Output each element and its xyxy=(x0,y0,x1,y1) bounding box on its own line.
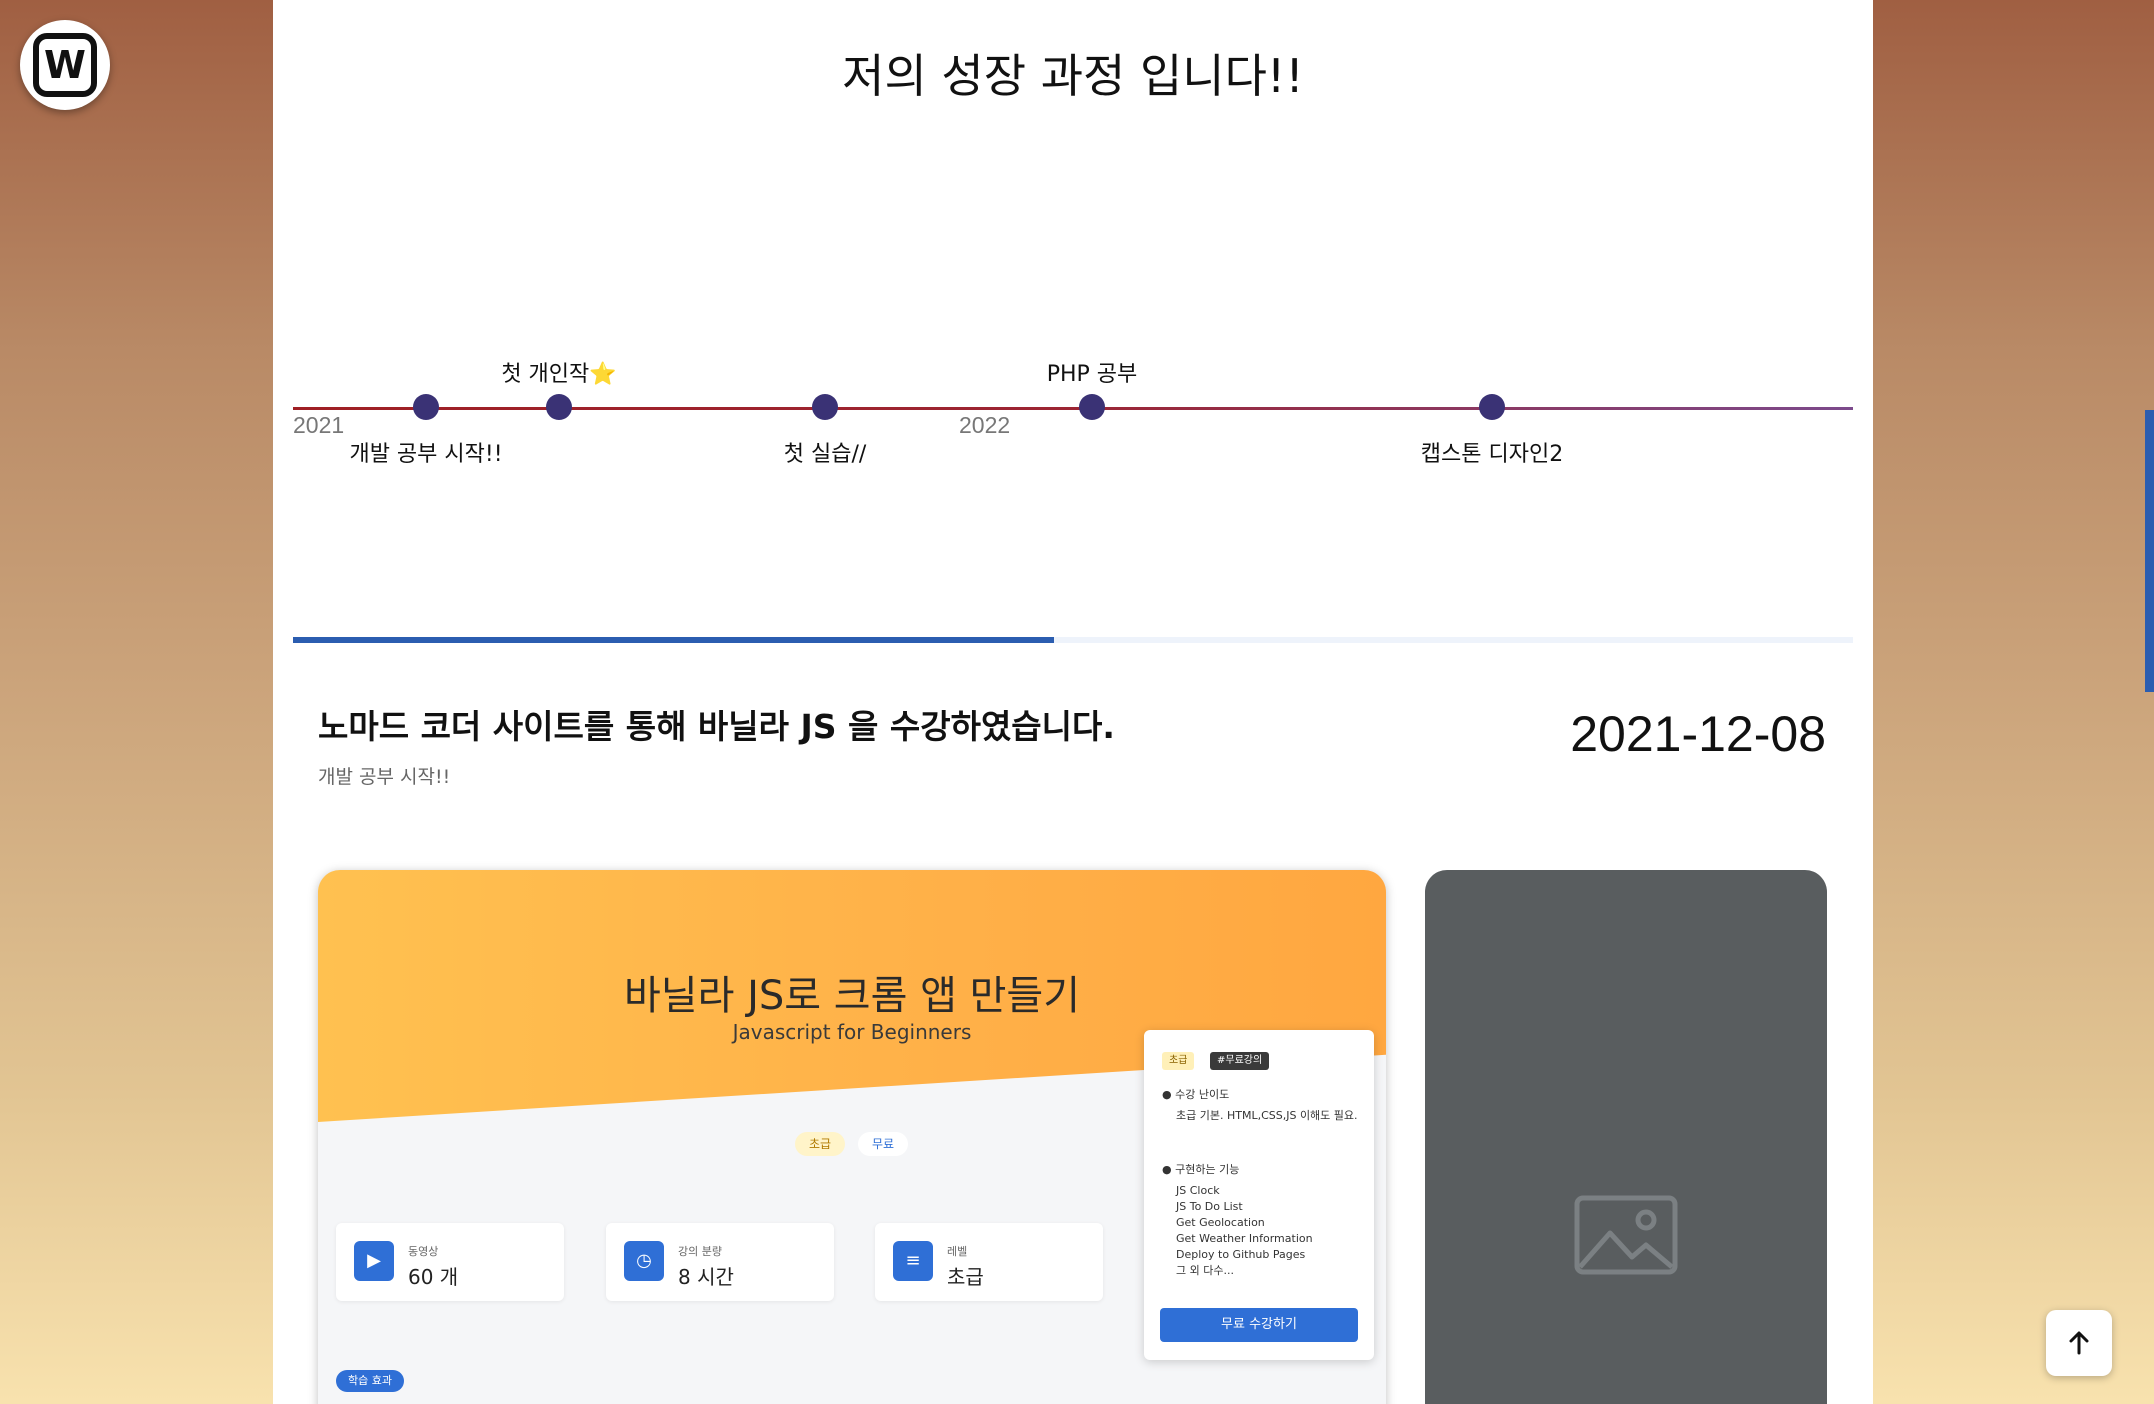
progress-fill xyxy=(293,637,1055,643)
features-heading: ● 구현하는 기능 xyxy=(1162,1161,1239,1177)
timeline-label[interactable]: PHP 공부 xyxy=(1047,356,1138,388)
list-item: JS Clock xyxy=(1176,1184,1220,1197)
difficulty-heading-text: 수강 난이도 xyxy=(1175,1088,1230,1101)
stat-label: 동영상 xyxy=(408,1245,439,1258)
scrollbar-thumb[interactable] xyxy=(2145,410,2154,692)
timeline-year: 2021 xyxy=(293,412,345,438)
logo-button[interactable]: W xyxy=(20,20,110,110)
scroll-top-button[interactable] xyxy=(2046,1310,2112,1376)
clock-icon: ◷ xyxy=(624,1241,664,1281)
list-item: Get Geolocation xyxy=(1176,1216,1265,1229)
stat-card: ≡ 레벨 초급 xyxy=(875,1223,1103,1301)
timeline-label[interactable]: 개발 공부 시작!! xyxy=(349,436,502,468)
stat-label: 강의 분량 xyxy=(678,1245,722,1258)
check-icon: ● xyxy=(1162,1088,1172,1101)
timeline-year: 2022 xyxy=(959,412,1011,438)
post-date: 2021-12-08 xyxy=(1570,706,1826,762)
sliders-icon: ≡ xyxy=(893,1241,933,1281)
level-pill: 초급 xyxy=(795,1132,846,1156)
image-placeholder-card[interactable] xyxy=(1425,870,1827,1404)
list-item: 그 외 다수... xyxy=(1176,1264,1234,1277)
learn-badge: 학습 효과 xyxy=(336,1370,404,1392)
features-heading-text: 구현하는 기능 xyxy=(1175,1163,1240,1176)
list-item: Get Weather Information xyxy=(1176,1232,1313,1245)
timeline-line xyxy=(293,407,1853,410)
stat-value: 초급 xyxy=(947,1265,984,1289)
timeline-dot[interactable] xyxy=(413,394,439,420)
list-item: Deploy to Github Pages xyxy=(1176,1248,1306,1261)
play-icon: ▶ xyxy=(354,1241,394,1281)
w-logo-icon: W xyxy=(33,33,97,97)
course-info-card: 초급 #무료강의 ● 수강 난이도 초급 기본. HTML,CSS,JS 이해도… xyxy=(1144,1030,1374,1360)
main-panel: 저의 성장 과정 입니다!! 2021 2022 첫 개인작⭐ PHP 공부 개… xyxy=(273,0,1873,1404)
post-subtitle: 개발 공부 시작!! xyxy=(318,766,451,788)
timeline-dot[interactable] xyxy=(546,394,572,420)
progress-bar xyxy=(293,637,1853,643)
course-title: 바닐라 JS로 크롬 앱 만들기 xyxy=(623,973,1081,1019)
stat-value: 8 시간 xyxy=(678,1265,734,1289)
stat-value: 60 개 xyxy=(408,1265,459,1289)
timeline-dot[interactable] xyxy=(812,394,838,420)
difficulty-text: 초급 기본. HTML,CSS,JS 이해도 필요. xyxy=(1176,1109,1358,1122)
free-pill: 무료 xyxy=(858,1132,909,1156)
check-icon: ● xyxy=(1162,1163,1172,1176)
post-title: 노마드 코더 사이트를 통해 바닐라 JS 을 수강하였습니다. xyxy=(318,707,1115,746)
free-tag: #무료강의 xyxy=(1210,1052,1270,1070)
difficulty-heading: ● 수강 난이도 xyxy=(1162,1086,1229,1102)
stat-card: ◷ 강의 분량 8 시간 xyxy=(606,1223,834,1301)
features-list: JS Clock JS To Do List Get Geolocation G… xyxy=(1176,1183,1361,1279)
page-title: 저의 성장 과정 입니다!! xyxy=(842,49,1304,103)
timeline-dot[interactable] xyxy=(1079,394,1105,420)
stat-card: ▶ 동영상 60 개 xyxy=(336,1223,564,1301)
course-thumbnail[interactable]: 바닐라 JS로 크롬 앱 만들기 Javascript for Beginner… xyxy=(318,870,1386,1404)
level-tag: 초급 xyxy=(1162,1052,1195,1070)
enroll-button[interactable]: 무료 수강하기 xyxy=(1160,1308,1358,1342)
timeline-label[interactable]: 캡스톤 디자인2 xyxy=(1421,436,1563,468)
timeline-label[interactable]: 첫 실습// xyxy=(784,436,867,468)
image-icon xyxy=(1574,1195,1678,1275)
stat-label: 레벨 xyxy=(947,1245,968,1258)
list-item: JS To Do List xyxy=(1176,1200,1243,1213)
timeline-dot[interactable] xyxy=(1479,394,1505,420)
timeline-label[interactable]: 첫 개인작⭐ xyxy=(501,356,616,388)
arrow-up-icon xyxy=(2069,1331,2089,1355)
